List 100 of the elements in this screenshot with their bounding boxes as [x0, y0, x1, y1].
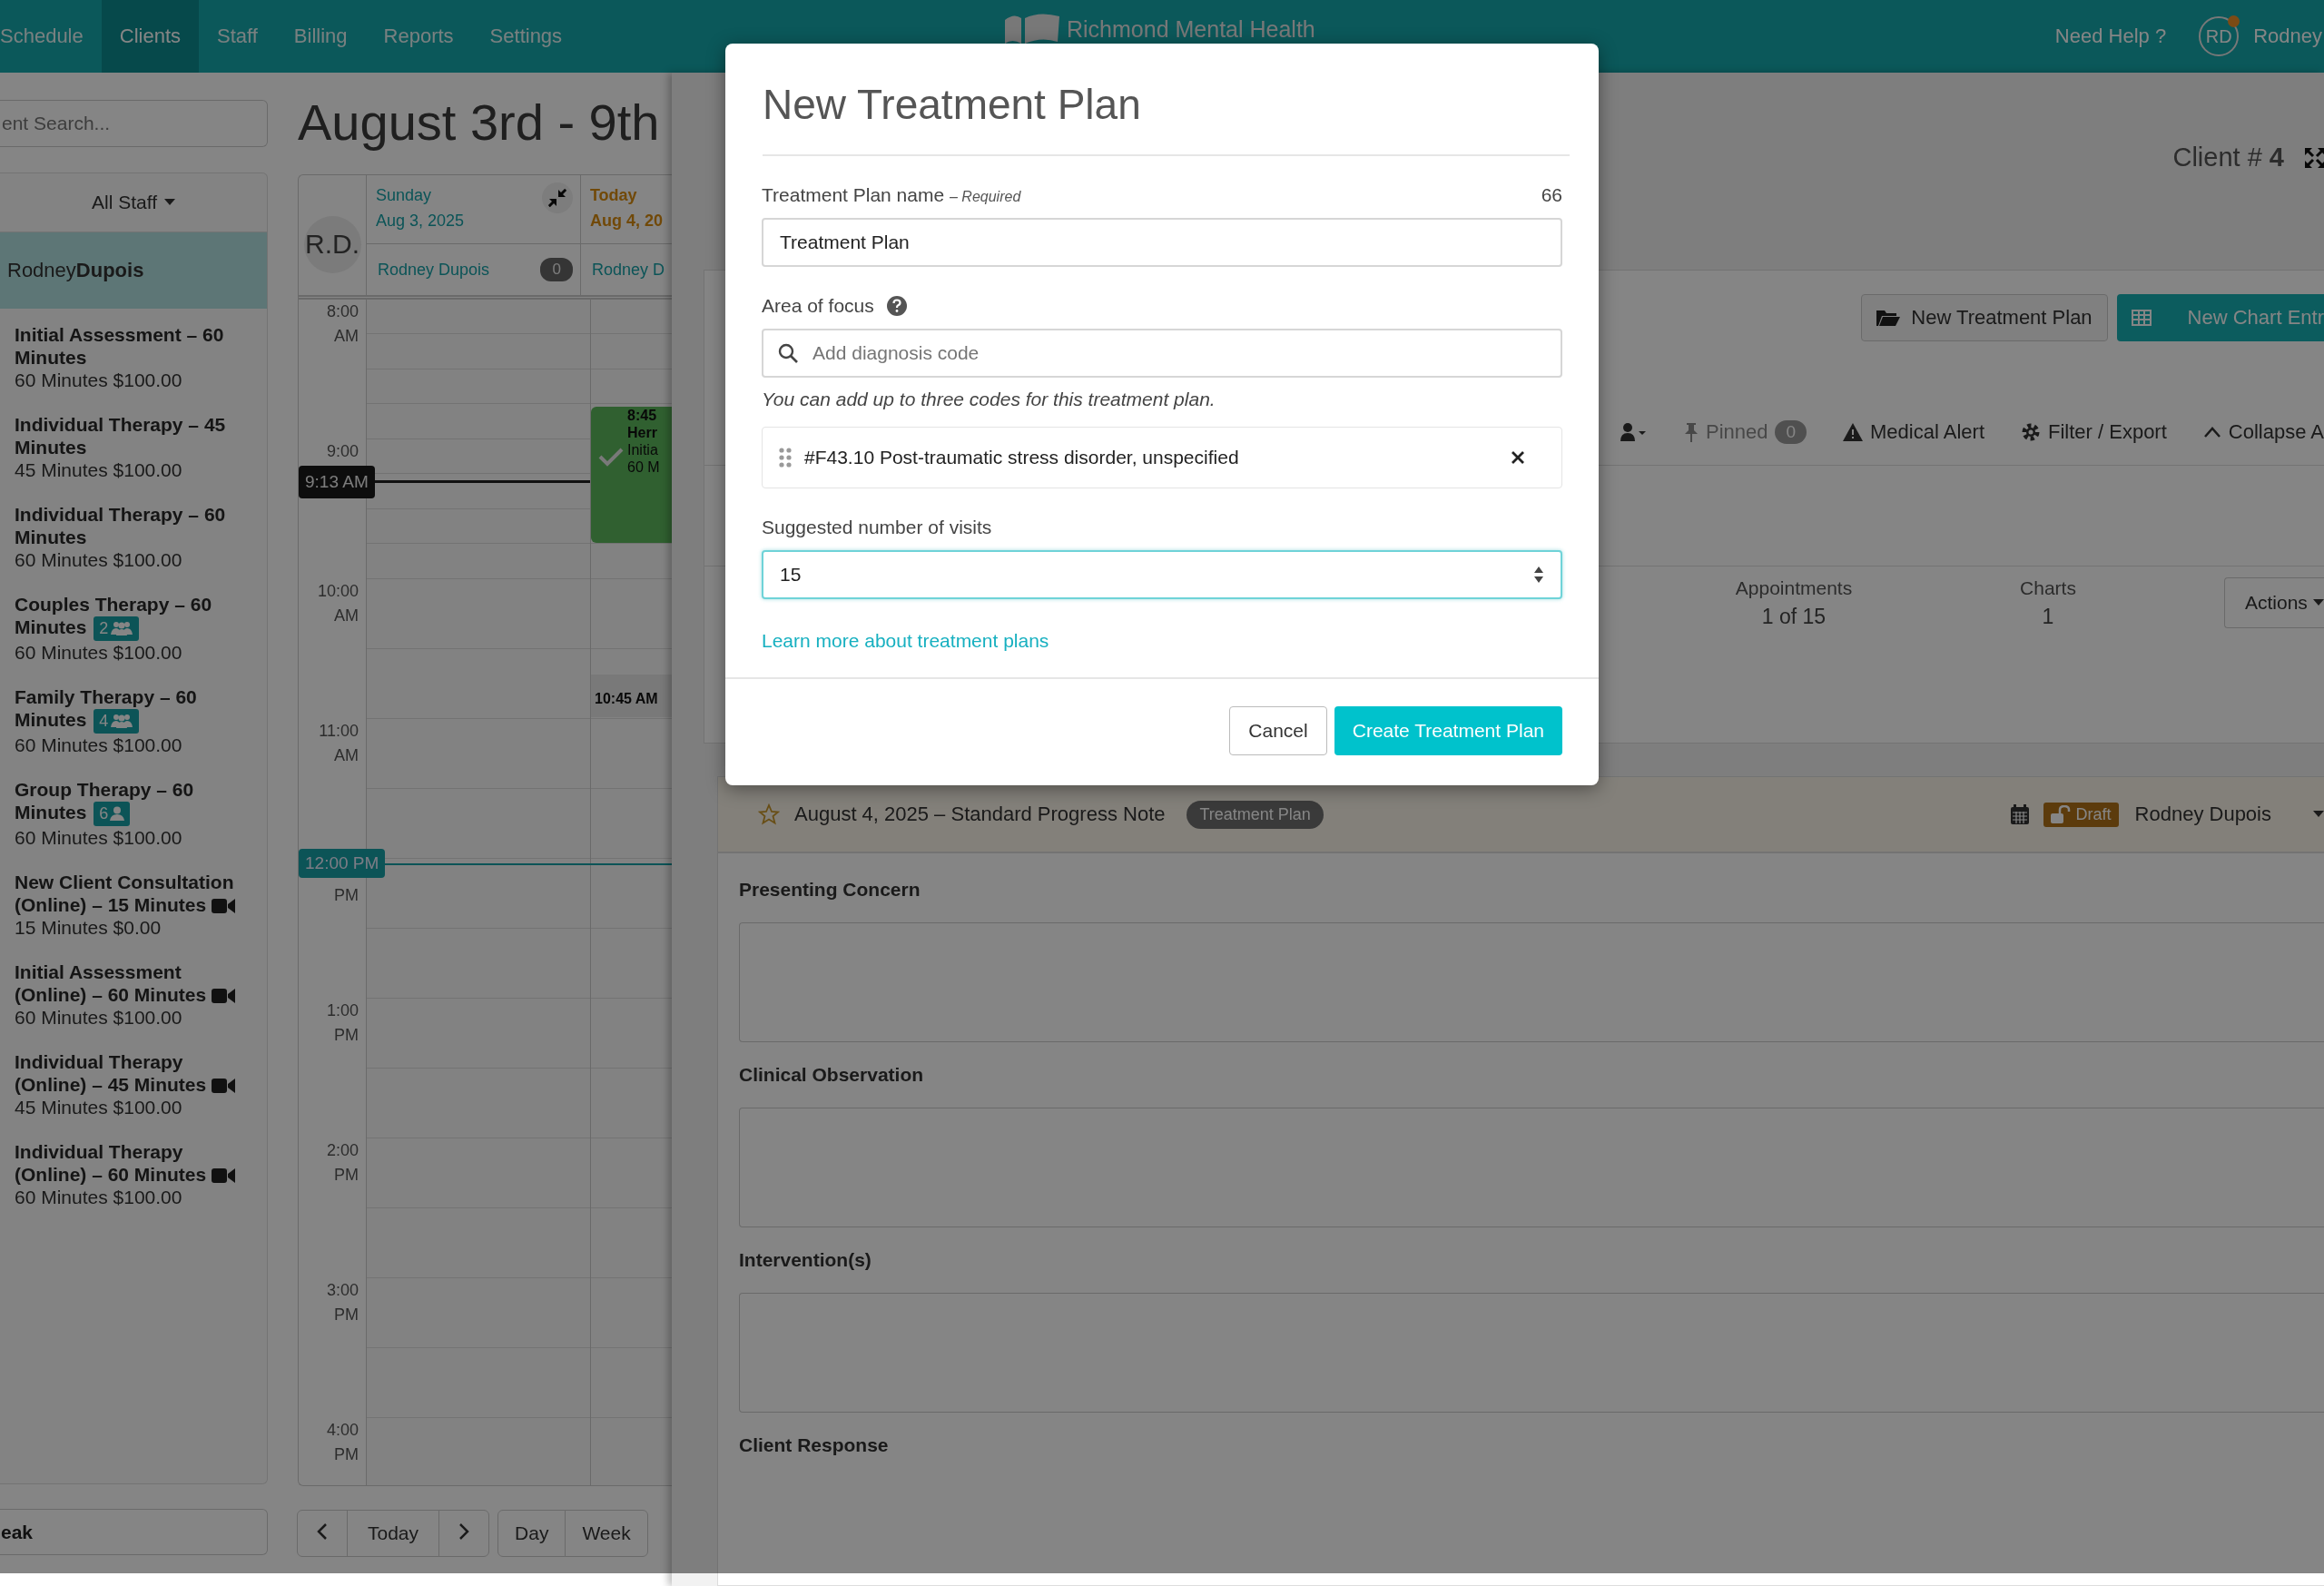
service-details: 60 Minutes $100.00: [15, 825, 183, 850]
hour-period: AM: [334, 606, 359, 626]
table-icon: [2131, 310, 2152, 326]
drag-handle-icon[interactable]: [779, 448, 792, 468]
field-label: Treatment Plan name – Required: [762, 184, 1021, 206]
service-name[interactable]: Initial Assessment (Online) – 60 Minutes: [15, 960, 252, 1006]
section-heading: Clinical Observation: [739, 1064, 925, 1086]
appointment-block[interactable]: 8:45 Herr Initia 60 M: [591, 407, 672, 543]
diagnosis-search-field[interactable]: Add diagnosis code: [762, 329, 1562, 378]
expand-icon[interactable]: [2304, 146, 2324, 169]
actions-dropdown[interactable]: Actions: [2224, 577, 2324, 628]
hour-label: 8:00: [326, 301, 359, 322]
chevron-right-icon: [458, 1522, 470, 1541]
learn-more-link[interactable]: Learn more about treatment plans: [762, 630, 1049, 652]
calendar-icon[interactable]: [2010, 804, 2029, 824]
plan-name-field[interactable]: Treatment Plan: [762, 218, 1562, 267]
break-button[interactable]: eak: [0, 1509, 268, 1555]
appointment-text: 8:45: [627, 407, 658, 424]
chevron-up-icon: [2202, 427, 2221, 438]
service-name[interactable]: Couples Therapy – 60 Minutes 2: [15, 593, 252, 641]
appointment-text: 60 M: [627, 458, 660, 476]
staff-filter-dropdown[interactable]: All Staff: [86, 191, 181, 214]
blocked-time[interactable]: 10:45 AM: [591, 675, 672, 717]
appointment-text: Herr: [627, 424, 658, 441]
note-tag: Treatment Plan: [1187, 800, 1324, 829]
field-label: Area of focus: [762, 295, 874, 317]
hour-period: PM: [334, 1305, 359, 1325]
hour-label: 9:00: [326, 441, 359, 462]
collapse-button[interactable]: Collapse A: [2202, 420, 2324, 444]
appointment-text: Initia: [627, 441, 659, 458]
person-icon: [1620, 423, 1648, 441]
nav-tab[interactable]: Clients: [101, 0, 199, 73]
service-name[interactable]: Individual Therapy (Online) – 60 Minutes: [15, 1139, 252, 1186]
stat-label: Appointments: [1735, 576, 1853, 599]
caret-icon[interactable]: [2313, 811, 2324, 818]
dialog-title: New Treatment Plan: [763, 44, 1570, 156]
note-author: Rodney Dupois: [2134, 803, 2271, 826]
staff-column-name[interactable]: Rodney D: [591, 260, 665, 280]
pin-icon: [1683, 422, 1699, 442]
close-icon[interactable]: [1511, 450, 1525, 465]
hour-period: AM: [334, 326, 359, 347]
service-details: 15 Minutes $0.00: [15, 915, 162, 940]
help-icon[interactable]: [886, 296, 907, 316]
folder-icon: [1876, 309, 1901, 327]
service-details: 45 Minutes $100.00: [15, 1095, 183, 1119]
hour-period: PM: [334, 1444, 359, 1465]
visits-number-field[interactable]: 15: [762, 550, 1562, 599]
star-icon[interactable]: [758, 803, 780, 825]
assignee-dropdown[interactable]: [1620, 423, 1648, 441]
hour-label: 4:00: [326, 1420, 359, 1441]
today-button[interactable]: Today: [347, 1510, 440, 1557]
noon-badge: 12:00 PM: [299, 849, 386, 878]
section-heading: Presenting Concern: [739, 879, 921, 901]
settings-icon: [2021, 422, 2041, 442]
service-name[interactable]: Family Therapy – 60 Minutes 4: [15, 685, 252, 734]
warning-icon: [1843, 423, 1864, 441]
service-name[interactable]: Individual Therapy (Online) – 45 Minutes: [15, 1049, 252, 1096]
new-treatment-plan-button[interactable]: New Treatment Plan: [1861, 294, 2108, 341]
hour-label: 10:00: [317, 581, 359, 602]
service-name[interactable]: Individual Therapy – 60 Minutes: [15, 503, 252, 548]
hour-label: 11:00: [319, 721, 359, 742]
hour-period: PM: [334, 885, 359, 906]
current-time-badge: 9:13 AM: [299, 466, 375, 498]
service-details: 60 Minutes $100.00: [15, 733, 183, 757]
spinner-icon[interactable]: [1533, 565, 1544, 585]
view-button[interactable]: Day: [497, 1510, 566, 1557]
draft-status-badge: Draft: [2043, 802, 2119, 827]
service-name[interactable]: Individual Therapy – 45 Minutes: [15, 413, 252, 458]
week-title: August 3rd - 9th: [298, 93, 661, 153]
client-search-field[interactable]: ent Search...: [0, 100, 268, 147]
view-button[interactable]: Week: [565, 1510, 648, 1557]
service-name[interactable]: New Client Consultation (Online) – 15 Minutes: [15, 870, 252, 916]
field-label: Suggested number of visits: [762, 517, 992, 538]
service-name[interactable]: Initial Assessment – 60 Minutes: [15, 323, 252, 369]
caret-icon: [164, 199, 175, 206]
capacity-badge: 4: [94, 708, 140, 734]
stat-value: 1: [2042, 604, 2054, 629]
cancel-button[interactable]: Cancel: [1229, 706, 1327, 755]
hour-label: 3:00: [326, 1280, 359, 1301]
staff-item[interactable]: RodneyDupois: [0, 232, 267, 309]
service-details: 60 Minutes $100.00: [15, 640, 183, 665]
filter-export-button[interactable]: Filter / Export: [2021, 420, 2167, 444]
brand-name: Richmond Mental Health: [1067, 15, 1315, 43]
staff-column-name[interactable]: Rodney Dupois: [378, 260, 490, 280]
section-heading: Intervention(s): [739, 1249, 872, 1271]
search-icon: [778, 343, 798, 363]
service-details: 60 Minutes $100.00: [15, 1005, 183, 1029]
client-number: Client # 4: [2172, 143, 2284, 172]
day-header[interactable]: Sunday Aug 3, 2025: [376, 182, 465, 233]
service-name[interactable]: Group Therapy – 60 Minutes 6: [15, 777, 252, 826]
hour-period: PM: [334, 1025, 359, 1046]
diagnosis-code-item[interactable]: #F43.10 Post-traumatic stress disorder, unspecified: [762, 427, 1562, 488]
collapse-icon[interactable]: [541, 182, 573, 213]
hour-period: AM: [334, 745, 359, 766]
hour-label: 1:00: [326, 1000, 359, 1021]
section-heading: Client Response: [739, 1434, 890, 1456]
service-details: 45 Minutes $100.00: [15, 458, 183, 482]
note-title[interactable]: August 4, 2025 – Standard Progress Note: [794, 803, 1166, 826]
medical-alert-button[interactable]: Medical Alert: [1843, 420, 1984, 444]
field-hint: You can add up to three codes for this treatment plan.: [762, 389, 1216, 410]
